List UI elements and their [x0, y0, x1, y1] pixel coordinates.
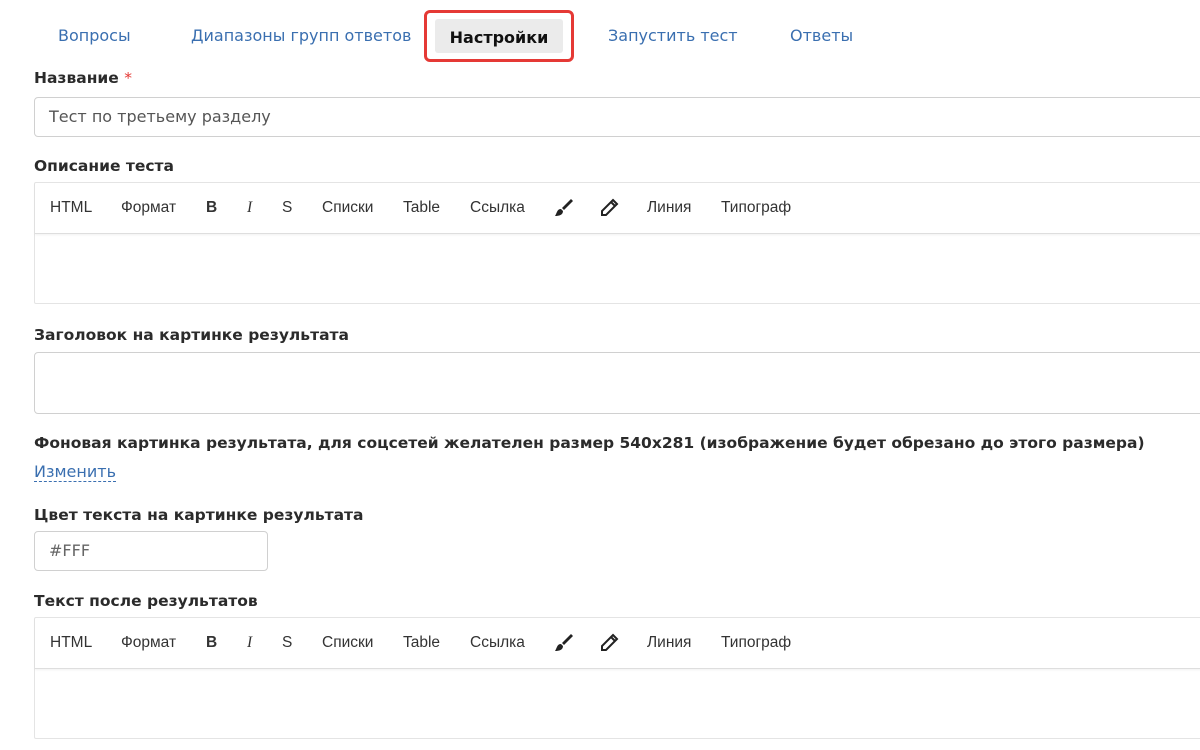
toolbar-strikethrough-button[interactable]: S [282, 199, 292, 217]
result-heading-label: Заголовок на картинке результата [34, 326, 349, 344]
tab-answers[interactable]: Ответы [790, 26, 853, 45]
toolbar-line-button[interactable]: Линия [647, 634, 691, 652]
tab-answer-group-ranges[interactable]: Диапазоны групп ответов [191, 26, 411, 45]
after-results-label: Текст после результатов [34, 592, 258, 610]
after-results-editor: HTML Формат B I S Списки Table Ссылка Ли… [34, 617, 1200, 739]
text-color-input[interactable]: #FFF [34, 531, 268, 571]
result-heading-textarea[interactable] [34, 352, 1200, 414]
pencil-icon[interactable] [598, 197, 620, 219]
name-label: Название * [34, 69, 132, 87]
tab-questions[interactable]: Вопросы [58, 26, 131, 45]
description-label: Описание теста [34, 157, 174, 175]
tab-bar: Вопросы Диапазоны групп ответов Настройк… [0, 0, 1200, 70]
brush-icon[interactable] [552, 632, 574, 654]
pencil-icon[interactable] [598, 632, 620, 654]
description-editor: HTML Формат B I S Списки Table Ссылка Ли… [34, 182, 1200, 304]
toolbar-format-button[interactable]: Формат [121, 634, 176, 652]
toolbar-bold-button[interactable]: B [206, 634, 217, 652]
toolbar-lists-button[interactable]: Списки [322, 634, 373, 652]
toolbar-bold-button[interactable]: B [206, 199, 217, 217]
test-settings-page: Вопросы Диапазоны групп ответов Настройк… [0, 0, 1200, 750]
toolbar-format-button[interactable]: Формат [121, 199, 176, 217]
toolbar-italic-button[interactable]: I [247, 199, 252, 217]
brush-icon[interactable] [552, 197, 574, 219]
toolbar-line-button[interactable]: Линия [647, 199, 691, 217]
toolbar-lists-button[interactable]: Списки [322, 199, 373, 217]
change-background-link[interactable]: Изменить [34, 462, 116, 482]
tab-run-test[interactable]: Запустить тест [608, 26, 738, 45]
text-color-label: Цвет текста на картинке результата [34, 506, 364, 524]
toolbar-italic-button[interactable]: I [247, 634, 252, 652]
toolbar-html-button[interactable]: HTML [50, 634, 92, 652]
toolbar-table-button[interactable]: Table [403, 634, 440, 652]
required-mark: * [124, 69, 132, 87]
toolbar-typograph-button[interactable]: Типограф [721, 199, 791, 217]
name-label-text: Название [34, 69, 119, 87]
background-image-label: Фоновая картинка результата, для соцсете… [34, 434, 1145, 452]
after-results-editor-body[interactable] [35, 669, 1200, 739]
toolbar-link-button[interactable]: Ссылка [470, 634, 525, 652]
toolbar-link-button[interactable]: Ссылка [470, 199, 525, 217]
toolbar-html-button[interactable]: HTML [50, 199, 92, 217]
toolbar-typograph-button[interactable]: Типограф [721, 634, 791, 652]
toolbar-strikethrough-button[interactable]: S [282, 634, 292, 652]
description-editor-body[interactable] [35, 234, 1200, 304]
toolbar-table-button[interactable]: Table [403, 199, 440, 217]
name-input[interactable]: Тест по третьему разделу [34, 97, 1200, 137]
editor-toolbar: HTML Формат B I S Списки Table Ссылка Ли… [35, 618, 1200, 669]
tab-highlight-frame: Настройки [424, 10, 574, 62]
tab-settings-label: Настройки [449, 28, 549, 47]
editor-toolbar: HTML Формат B I S Списки Table Ссылка Ли… [35, 183, 1200, 234]
